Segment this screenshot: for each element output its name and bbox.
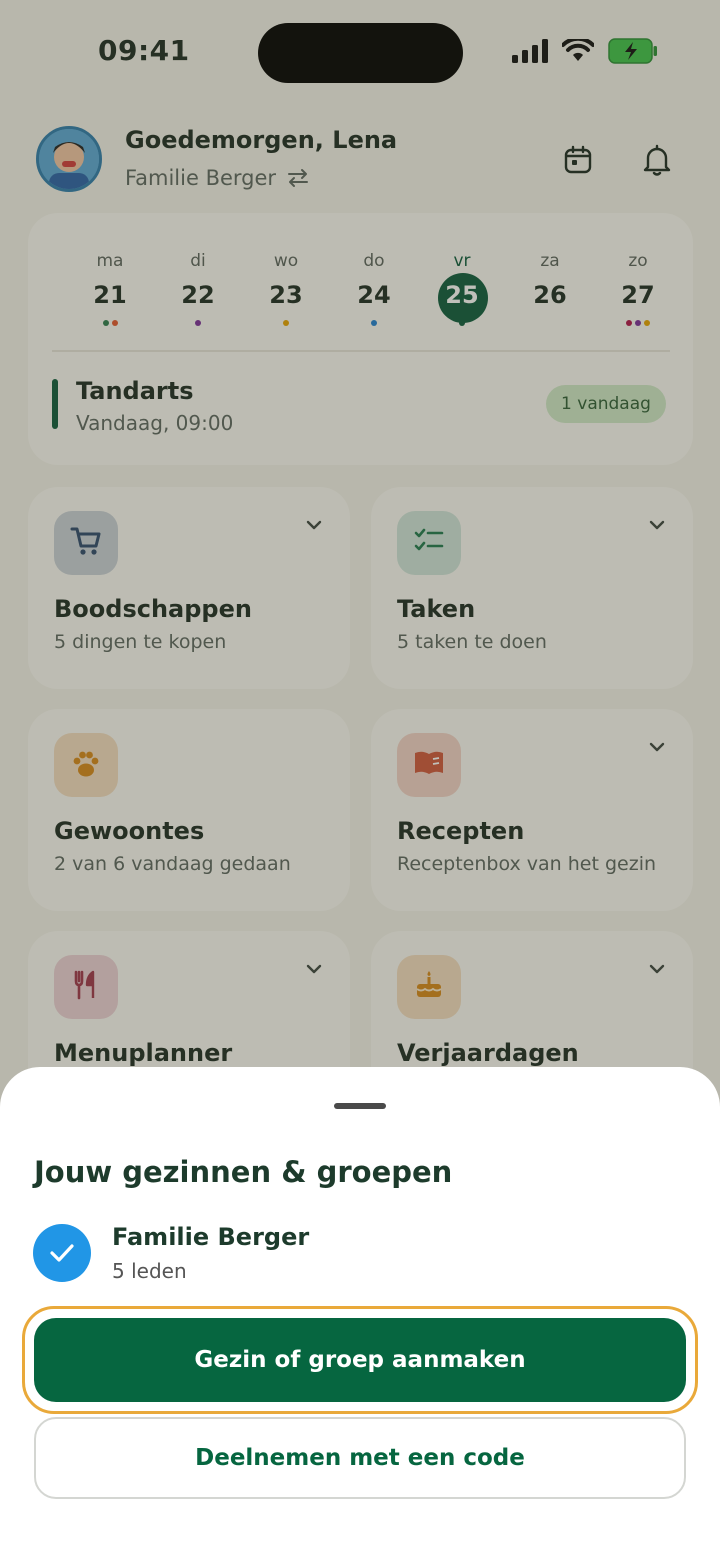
- sheet-title: Jouw gezinnen & groepen: [34, 1155, 453, 1189]
- checkmark-icon: [50, 1244, 74, 1262]
- group-name[interactable]: Familie Berger: [112, 1223, 309, 1251]
- selected-group-check[interactable]: [33, 1224, 91, 1282]
- sheet-grabber[interactable]: [334, 1103, 386, 1109]
- join-with-code-button[interactable]: Deelnemen met een code: [34, 1417, 686, 1499]
- groups-bottom-sheet: Jouw gezinnen & groepen Familie Berger 5…: [0, 1067, 720, 1564]
- create-group-button[interactable]: Gezin of groep aanmaken: [34, 1318, 686, 1402]
- group-member-count: 5 leden: [112, 1259, 187, 1283]
